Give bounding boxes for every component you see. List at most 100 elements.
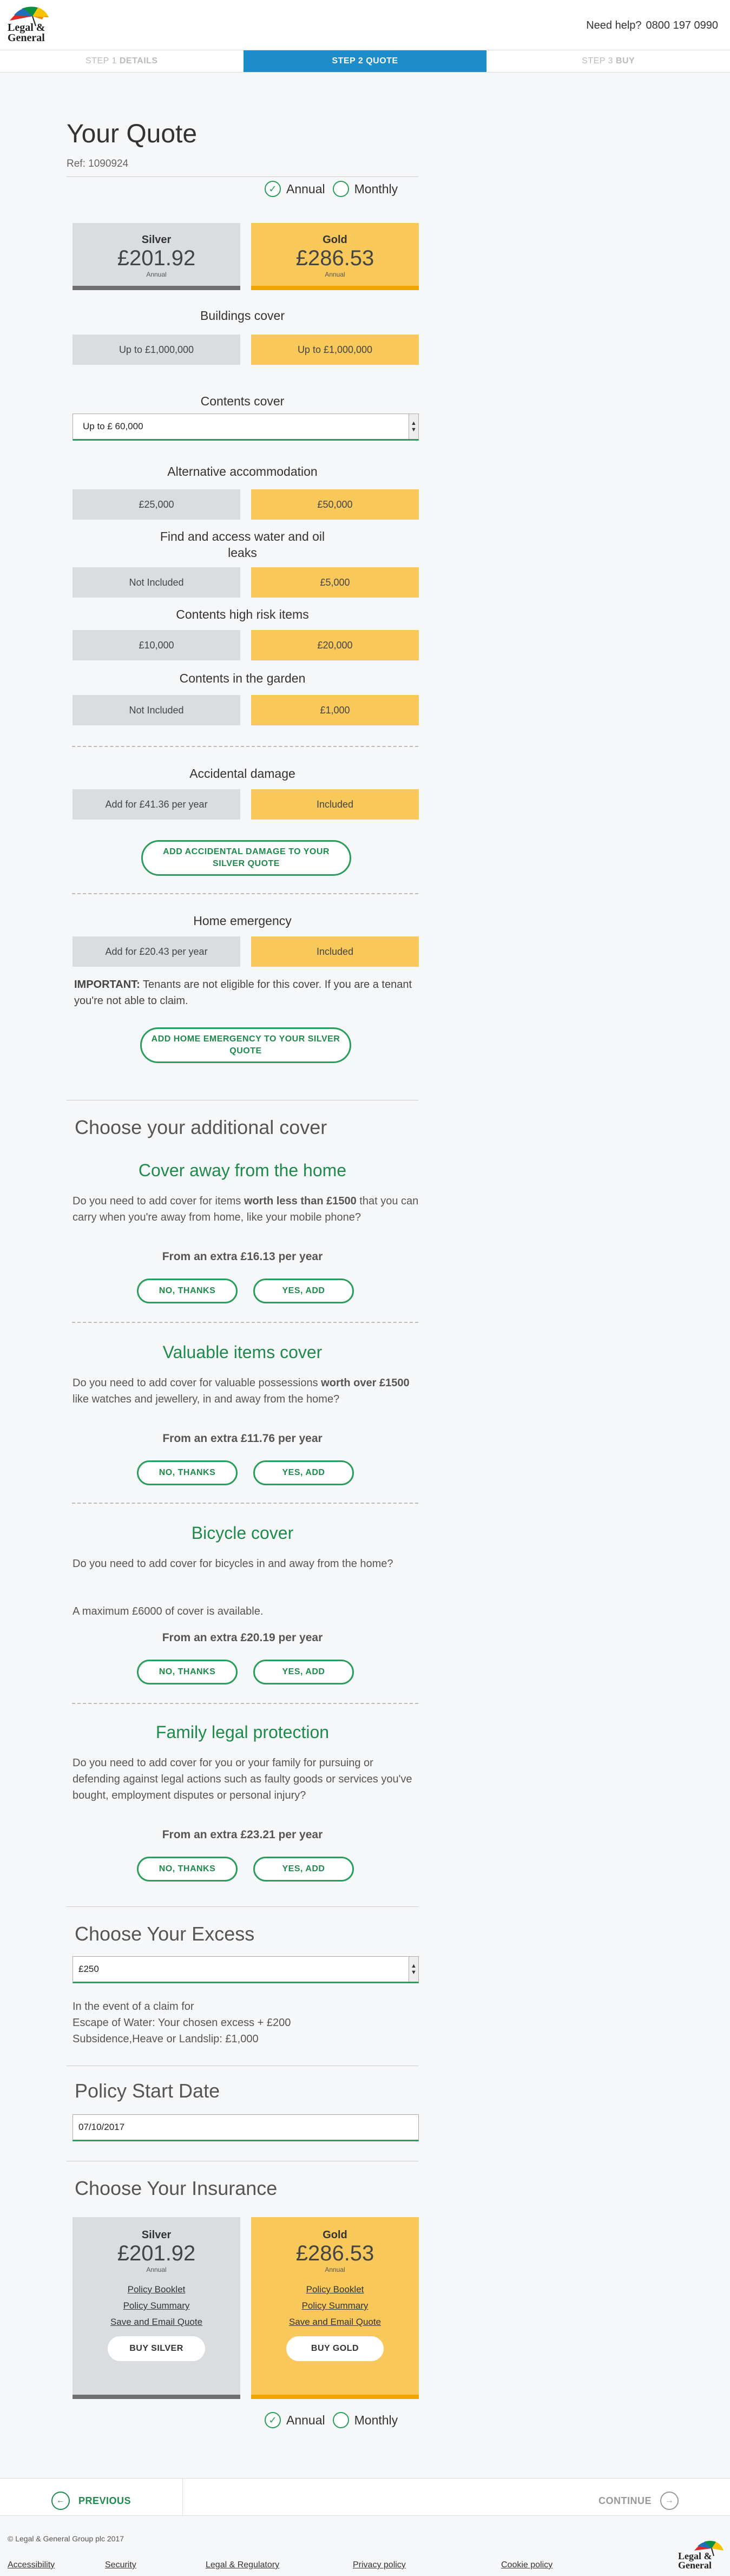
step-buy[interactable]: STEP 3 BUY — [486, 50, 730, 72]
divider — [72, 1322, 418, 1323]
plan-price: £286.53 — [295, 2241, 374, 2265]
start-date-input[interactable]: 07/10/2017 — [73, 2114, 419, 2141]
payment-frequency-toggle-bottom: ✓ Annual Monthly — [265, 2412, 405, 2428]
annual-option[interactable]: ✓ Annual — [265, 181, 325, 197]
monthly-label: Monthly — [354, 2413, 398, 2427]
save-email-quote-link[interactable]: Save and Email Quote — [73, 2317, 240, 2328]
bicycle-cover-limit: A maximum £6000 of cover is available. — [73, 1605, 264, 1617]
divider — [67, 1906, 418, 1907]
selected-bar — [73, 2395, 240, 2399]
add-home-emergency-button[interactable]: ADD HOME EMERGENCY TO YOUR SILVER QUOTE — [140, 1027, 351, 1063]
footer-link-legal[interactable]: Legal & Regulatory — [206, 2560, 279, 2570]
footer-link-accessibility[interactable]: Accessibility — [8, 2560, 55, 2570]
continue-button[interactable]: CONTINUE → — [599, 2492, 679, 2510]
water-oil-label-line2: leaks — [228, 546, 257, 560]
page-title: Your Quote — [67, 120, 198, 148]
previous-button[interactable]: ← PREVIOUS — [51, 2492, 131, 2510]
plan-period: Annual — [325, 271, 345, 278]
legal-protection-yes-button[interactable]: YES, ADD — [253, 1857, 354, 1882]
cover-away-title: Cover away from the home — [138, 1161, 347, 1180]
silver-purchase-card[interactable]: Silver £201.92 Annual Policy Booklet Pol… — [73, 2217, 240, 2399]
monthly-option[interactable]: Monthly — [332, 2412, 398, 2428]
help-phone[interactable]: 0800 197 0990 — [646, 19, 718, 31]
policy-summary-link[interactable]: Policy Summary — [251, 2300, 419, 2311]
dropdown-arrow-icon[interactable]: ▲ ▼ — [409, 1957, 418, 1982]
warning-label: IMPORTANT: — [74, 979, 140, 991]
button-label-line1: ADD ACCIDENTAL DAMAGE TO YOUR — [163, 847, 330, 856]
step-number: STEP 3 — [582, 56, 613, 65]
buildings-cover-label: Buildings cover — [200, 309, 285, 323]
gold-alt-accommodation-value: £50,000 — [251, 489, 419, 520]
step-details[interactable]: STEP 1 DETAILS — [0, 50, 244, 72]
policy-booklet-link[interactable]: Policy Booklet — [251, 2284, 419, 2295]
radio-checked-icon[interactable]: ✓ — [265, 2412, 281, 2428]
divider — [72, 746, 418, 747]
additional-cover-title: Choose your additional cover — [75, 1116, 327, 1138]
bicycle-cover-no-button[interactable]: NO, THANKS — [137, 1660, 238, 1684]
divider — [182, 2479, 183, 2516]
garden-label: Contents in the garden — [179, 671, 306, 685]
start-date-title: Policy Start Date — [75, 2080, 220, 2102]
step-navigation: ← PREVIOUS CONTINUE → — [0, 2478, 730, 2516]
add-accidental-damage-button[interactable]: ADD ACCIDENTAL DAMAGE TO YOUR SILVER QUOT… — [141, 840, 351, 876]
radio-unchecked-icon[interactable] — [332, 181, 349, 197]
buy-silver-button[interactable]: BUY SILVER — [108, 2336, 205, 2361]
contents-cover-select[interactable]: Up to £ 60,000 ▲ ▼ — [73, 414, 419, 441]
button-label-line1: ADD HOME EMERGENCY TO YOUR SILVER — [151, 1034, 340, 1044]
radio-checked-icon[interactable]: ✓ — [265, 181, 281, 197]
cover-away-description: Do you need to add cover for items worth… — [73, 1193, 419, 1225]
previous-label: PREVIOUS — [78, 2495, 131, 2506]
step-quote[interactable]: STEP 2 QUOTE — [243, 50, 487, 72]
bicycle-cover-yes-button[interactable]: YES, ADD — [253, 1660, 354, 1684]
valuable-items-title: Valuable items cover — [162, 1342, 323, 1362]
excess-title: Choose Your Excess — [75, 1923, 255, 1945]
buy-gold-button[interactable]: BUY GOLD — [286, 2336, 384, 2361]
help-contact[interactable]: Need help? 0800 197 0990 — [586, 19, 718, 32]
dropdown-arrow-icon[interactable]: ▲ ▼ — [409, 414, 418, 439]
divider — [67, 176, 418, 177]
water-oil-label-line1: Find and access water and oil — [160, 529, 325, 543]
monthly-option[interactable]: Monthly — [332, 181, 398, 197]
plan-period: Annual — [146, 2266, 167, 2273]
valuable-items-yes-button[interactable]: YES, ADD — [253, 1460, 354, 1485]
cover-away-yes-button[interactable]: YES, ADD — [253, 1279, 354, 1303]
arrow-right-icon: → — [660, 2492, 679, 2510]
home-emergency-label: Home emergency — [193, 914, 292, 928]
description-highlight: worth over £1500 — [321, 1377, 410, 1389]
silver-water-oil-value: Not Included — [73, 567, 240, 598]
bicycle-cover-description: Do you need to add cover for bicycles in… — [73, 1558, 393, 1570]
step-label: QUOTE — [366, 56, 398, 65]
radio-unchecked-icon[interactable] — [332, 2412, 349, 2428]
monthly-label: Monthly — [354, 181, 398, 196]
plan-period: Annual — [325, 2266, 345, 2273]
plan-period: Annual — [146, 271, 167, 278]
plan-price: £201.92 — [117, 2241, 196, 2265]
gold-high-risk-value: £20,000 — [251, 630, 419, 660]
silver-plan-card[interactable]: Silver £201.92 Annual — [73, 223, 240, 290]
excess-info-line: Escape of Water: Your chosen excess + £2… — [73, 2017, 291, 2029]
policy-booklet-link[interactable]: Policy Booklet — [73, 2284, 240, 2295]
valuable-items-description: Do you need to add cover for valuable po… — [73, 1375, 419, 1407]
plan-name: Gold — [323, 234, 347, 246]
gold-garden-value: £1,000 — [251, 695, 419, 725]
save-email-quote-link[interactable]: Save and Email Quote — [251, 2317, 419, 2328]
plan-price: £286.53 — [295, 246, 374, 270]
footer-link-privacy[interactable]: Privacy policy — [353, 2560, 406, 2570]
cover-away-no-button[interactable]: NO, THANKS — [137, 1279, 238, 1303]
footer-link-cookie[interactable]: Cookie policy — [501, 2560, 553, 2570]
step-label: DETAILS — [119, 56, 158, 65]
divider — [72, 893, 418, 894]
legal-protection-no-button[interactable]: NO, THANKS — [137, 1857, 238, 1882]
button-label: ADD HOME EMERGENCY TO YOUR SILVER QUOTE — [152, 1033, 340, 1057]
divider — [72, 1703, 418, 1704]
gold-purchase-card[interactable]: Gold £286.53 Annual Policy Booklet Polic… — [251, 2217, 419, 2399]
arrow-left-icon: ← — [51, 2492, 70, 2510]
policy-summary-link[interactable]: Policy Summary — [73, 2300, 240, 2311]
gold-plan-card[interactable]: Gold £286.53 Annual — [251, 223, 419, 290]
selected-bar — [73, 286, 240, 290]
valuable-items-no-button[interactable]: NO, THANKS — [137, 1460, 238, 1485]
footer-link-security[interactable]: Security — [105, 2560, 136, 2570]
selected-bar — [251, 2395, 419, 2399]
excess-select[interactable]: £250 ▲ ▼ — [73, 1956, 419, 1983]
annual-option[interactable]: ✓ Annual — [265, 2412, 325, 2428]
